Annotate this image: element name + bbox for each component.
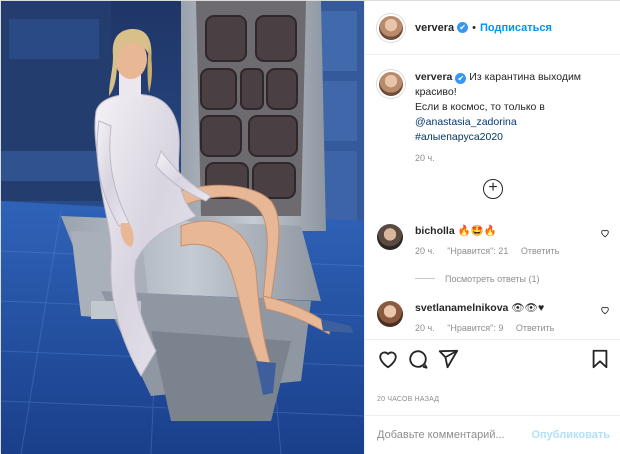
caption-mention-link[interactable]: @anastasia_zadorina xyxy=(415,116,517,128)
publish-button[interactable]: Опубликовать xyxy=(531,429,610,441)
post-caption: ververa ✔ Из карантина выходим красиво! Е… xyxy=(365,56,620,171)
comment-meta: 20 ч. "Нравится": 9 Ответить xyxy=(415,323,610,333)
view-replies-label[interactable]: Посмотреть ответы (1) xyxy=(445,274,540,284)
comment-like-heart-icon[interactable] xyxy=(600,228,610,238)
comment-username[interactable]: bicholla xyxy=(415,225,455,237)
caption-line-2: Если в космос, то только в xyxy=(415,101,545,113)
post-photo[interactable] xyxy=(1,1,364,454)
instagram-post-modal: ververa ✔ • Подписаться ververa ✔ Из кара… xyxy=(0,0,620,454)
comment-body: bicholla 🔥🤩🔥 xyxy=(415,224,610,238)
caption-text: ververa ✔ Из карантина выходим красиво! Е… xyxy=(415,70,610,145)
comment-text: 🔥🤩🔥 xyxy=(457,225,497,237)
post-actions-bar xyxy=(365,339,620,379)
post-timestamp[interactable]: 20 ЧАСОВ НАЗАД xyxy=(377,396,439,403)
caption-timestamp[interactable]: 20 ч. xyxy=(415,153,610,163)
caption-author-avatar[interactable] xyxy=(377,70,405,98)
view-replies-link[interactable]: Посмотреть ответы (1) xyxy=(415,274,540,284)
comment-avatar[interactable] xyxy=(377,224,403,250)
caption-username[interactable]: ververa xyxy=(415,71,452,83)
comment-username[interactable]: svetlanamelnikova xyxy=(415,302,508,314)
comment-meta: 20 ч. "Нравится": 21 Ответить xyxy=(415,246,610,256)
comment-time[interactable]: 20 ч. xyxy=(415,246,435,256)
comment-like-heart-icon[interactable] xyxy=(600,305,610,315)
comment-icon[interactable] xyxy=(407,348,429,370)
heart-icon[interactable] xyxy=(377,348,399,370)
comment-item: svetlanamelnikova 👁👁♥ 20 ч. "Нравится": … xyxy=(377,301,610,333)
comment-time[interactable]: 20 ч. xyxy=(415,323,435,333)
post-header: ververa ✔ • Подписаться xyxy=(365,1,620,55)
replies-divider xyxy=(415,278,435,279)
author-avatar[interactable] xyxy=(377,13,405,42)
comment-reply-button[interactable]: Ответить xyxy=(516,323,554,333)
comment-likes[interactable]: "Нравится": 9 xyxy=(447,323,503,333)
comment-body: svetlanamelnikova 👁👁♥ xyxy=(415,301,610,315)
comment-item: bicholla 🔥🤩🔥 20 ч. "Нравится": 21 Ответи… xyxy=(377,224,610,256)
bookmark-icon[interactable] xyxy=(589,348,611,370)
caption-verified-badge-icon: ✔ xyxy=(455,73,467,84)
share-icon[interactable] xyxy=(437,348,459,370)
post-sidebar: ververa ✔ • Подписаться ververa ✔ Из кара… xyxy=(364,1,620,454)
load-more-comments-icon[interactable]: + xyxy=(483,179,503,199)
post-image-illustration xyxy=(1,1,364,454)
header-separator: • xyxy=(472,21,477,34)
comment-text: 👁👁♥ xyxy=(511,302,545,314)
add-comment-form: Опубликовать xyxy=(365,415,620,454)
comment-avatar[interactable] xyxy=(377,301,403,327)
verified-badge-icon: ✔ xyxy=(457,22,469,33)
comment-reply-button[interactable]: Ответить xyxy=(521,246,559,256)
caption-hashtag-link[interactable]: #алыепаруса2020 xyxy=(415,131,503,143)
comment-likes[interactable]: "Нравится": 21 xyxy=(447,246,508,256)
follow-button[interactable]: Подписаться xyxy=(480,22,552,34)
comments-list[interactable]: ververa ✔ Из карантина выходим красиво! Е… xyxy=(365,56,620,339)
author-username[interactable]: ververa xyxy=(415,22,454,34)
comment-input[interactable] xyxy=(377,429,527,441)
